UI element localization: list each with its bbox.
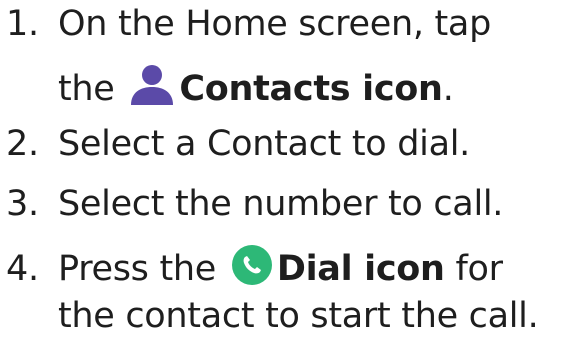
instruction-steps: 1. On the Home screen, tap the Contacts i… (0, 0, 561, 340)
step-4-line-2: the contact to start the call. (0, 296, 539, 336)
step-1-line-2: the Contacts icon. (0, 64, 454, 109)
step-4-number: 4. (6, 249, 39, 289)
step-4-text-line-2: the contact to start the call. (58, 296, 539, 336)
step-1-text: On the Home screen, tap (58, 4, 491, 44)
step-3-line: 3. Select the number to call. (0, 184, 503, 224)
step-1-line-1: 1. On the Home screen, tap (0, 4, 491, 44)
step-4-bold-label: Dial icon (276, 249, 445, 289)
step-2-number: 2. (6, 124, 39, 164)
step-2-text: Select a Contact to dial. (58, 124, 470, 164)
step-4-line-1: 4. Press the Dial icon for (0, 244, 503, 289)
step-1-suffix: . (442, 69, 454, 109)
step-3-number: 3. (6, 184, 39, 224)
step-2-line: 2. Select a Contact to dial. (0, 124, 470, 164)
step-1-number: 1. (6, 4, 39, 44)
step-1-bold-label: Contacts icon (179, 69, 443, 109)
step-3-text: Select the number to call. (58, 184, 504, 224)
contacts-icon (129, 64, 175, 106)
step-4-prefix: Press the (58, 249, 216, 289)
step-1-prefix: the (58, 69, 115, 109)
dial-icon (231, 244, 273, 286)
step-4-suffix: for (444, 249, 503, 289)
